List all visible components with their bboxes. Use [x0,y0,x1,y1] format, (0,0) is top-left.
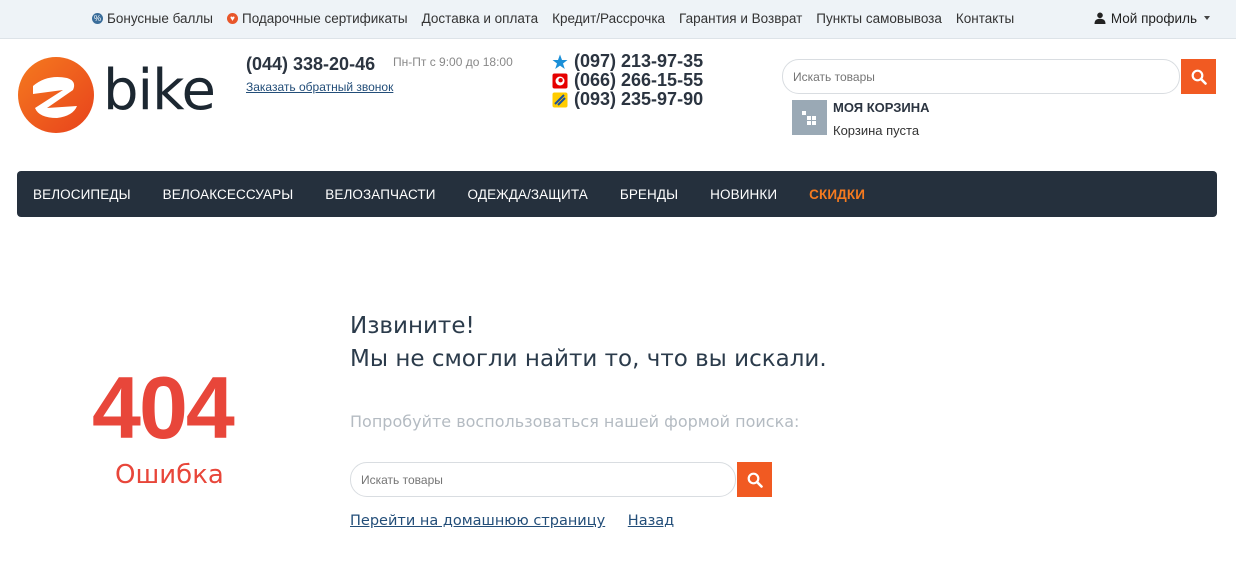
search-button[interactable] [1181,59,1216,94]
cart-title: МОЯ КОРЗИНА [833,100,930,115]
top-link-bonus[interactable]: % Бонусные баллы [92,11,213,26]
top-bar: % Бонусные баллы ♥ Подарочные сертификат… [0,0,1236,39]
work-hours: Пн-Пт с 9:00 до 18:00 [393,55,513,69]
phone-number: (097) 213-97-35 [574,51,704,71]
bonus-icon: % [92,12,103,24]
callback-link[interactable]: Заказать обратный звонок [246,80,393,94]
mobile-phone-vodafone[interactable]: (066) 266-15-55 [552,70,704,90]
search-input[interactable] [782,59,1180,94]
top-link-label: Кредит/Рассрочка [552,10,666,26]
error-search-button[interactable] [737,462,772,497]
top-link-pickup-points[interactable]: Пункты самовывоза [816,11,942,26]
lifecell-icon [552,92,568,108]
nav-item-clothing[interactable]: ОДЕЖДА/ЗАЩИТА [468,187,588,202]
error-message-line-1: Извините! [350,313,475,339]
top-link-credit[interactable]: Кредит/Рассрочка [552,11,665,26]
logo-text: bike [103,58,216,123]
top-link-gift-certificates[interactable]: ♥ Подарочные сертификаты [226,10,408,26]
mobile-phone-kyivstar[interactable]: (097) 213-97-35 [552,51,704,71]
top-link-label: Контакты [955,10,1015,26]
error-message: Извините! Мы не смогли найти то, что вы … [350,310,827,376]
home-link[interactable]: Перейти на домашнюю страницу [350,513,605,529]
error-message-line-2: Мы не смогли найти то, что вы искали. [350,346,827,372]
back-link[interactable]: Назад [628,513,674,529]
mobile-phone-lifecell[interactable]: (093) 235-97-90 [552,89,704,109]
gift-icon: ♥ [226,12,238,24]
vodafone-icon [552,73,568,89]
top-link-label: Подарочные сертификаты [241,10,408,26]
cart-icon [792,100,827,135]
main-phone[interactable]: (044) 338-20-46 [246,54,375,75]
logo-mark-icon [18,57,94,133]
main-navigation: ВЕЛОСИПЕДЫ ВЕЛОАКСЕССУАРЫ ВЕЛОЗАПЧАСТИ О… [17,171,1217,217]
nav-item-accessories[interactable]: ВЕЛОАКСЕССУАРЫ [163,187,294,202]
phone-number: (093) 235-97-90 [574,89,704,109]
top-link-delivery[interactable]: Доставка и оплата [422,11,538,26]
kyivstar-icon [552,54,568,70]
search-icon [1191,69,1207,85]
user-icon [1094,12,1106,24]
top-link-label: Доставка и оплата [421,10,539,26]
top-links: % Бонусные баллы ♥ Подарочные сертификат… [92,0,1028,36]
top-link-label: Пункты самовывоза [816,10,942,26]
top-link-contacts[interactable]: Контакты [956,11,1014,26]
chevron-down-icon [1204,16,1210,20]
profile-menu[interactable]: Мой профиль [1094,0,1210,36]
error-search-input[interactable] [350,462,736,497]
nav-item-new[interactable]: НОВИНКИ [710,187,777,202]
nav-item-brands[interactable]: БРЕНДЫ [620,187,678,202]
top-link-label: Гарантия и Возврат [679,10,803,26]
nav-item-sale[interactable]: СКИДКИ [809,187,865,202]
top-link-label: Бонусные баллы [107,10,213,26]
mobile-phones: (097) 213-97-35 (066) 266-15-55 (093) 23… [552,51,704,109]
search-hint: Попробуйте воспользоваться нашей формой … [350,412,800,431]
site-logo[interactable]: bike [17,56,227,134]
top-link-warranty[interactable]: Гарантия и Возврат [679,11,802,26]
phone-number: (066) 266-15-55 [574,70,704,90]
nav-item-bicycles[interactable]: ВЕЛОСИПЕДЫ [33,187,131,202]
nav-item-parts[interactable]: ВЕЛОЗАПЧАСТИ [325,187,435,202]
search-icon [747,472,763,488]
error-links: Перейти на домашнюю страницу Назад [350,513,692,529]
cart-status: Корзина пуста [833,123,920,138]
error-label: Ошибка [115,460,224,490]
profile-label: Мой профиль [1110,10,1197,26]
error-code: 404 [92,358,235,457]
cart-widget[interactable]: МОЯ КОРЗИНА Корзина пуста [792,100,952,138]
